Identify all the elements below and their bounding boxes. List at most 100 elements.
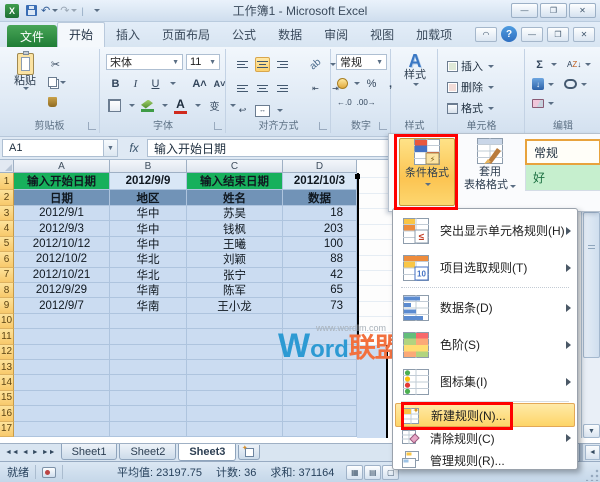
font-name-select[interactable]: 宋体▼ [106, 54, 183, 70]
cell-A11[interactable] [14, 329, 110, 344]
shrink-font-button[interactable]: A˅ [212, 76, 227, 91]
cell-C5[interactable]: 王曦 [187, 237, 283, 252]
ribbon-tab-3[interactable]: 页面布局 [151, 23, 221, 47]
row-header-10[interactable]: 10 [0, 314, 14, 329]
cell-A9[interactable]: 2012/9/7 [14, 298, 110, 313]
last-sheet-button[interactable]: ►► [42, 449, 56, 456]
clear-button[interactable] [532, 99, 544, 108]
decrease-decimal-button[interactable]: .00→ [357, 98, 376, 107]
menu-item-8[interactable]: 管理规则(R)... [395, 449, 575, 471]
cell-A10[interactable] [14, 314, 110, 329]
ribbon-collapse-button[interactable]: ◠ [475, 27, 497, 42]
row-header-12[interactable]: 12 [0, 345, 14, 360]
row-header-15[interactable]: 15 [0, 391, 14, 406]
cell-D14[interactable] [283, 375, 357, 390]
menu-item-7[interactable]: 清除规则(C) [395, 427, 575, 449]
cell-B15[interactable] [110, 391, 187, 406]
ribbon-tab-2[interactable]: 插入 [105, 23, 151, 47]
merge-center-button[interactable]: ↔ [255, 105, 270, 117]
bold-button[interactable]: B [108, 76, 123, 91]
name-box-dropdown[interactable]: ▼ [104, 139, 118, 157]
cell-A7[interactable]: 2012/10/21 [14, 268, 110, 283]
file-tab[interactable]: 文件 [7, 25, 57, 47]
cell-D4[interactable]: 203 [283, 221, 357, 236]
scroll-down-button[interactable]: ▼ [583, 424, 600, 438]
percent-button[interactable]: % [364, 76, 379, 91]
cell-B13[interactable] [110, 360, 187, 375]
cell-B8[interactable]: 华南 [110, 283, 187, 298]
cell-C17[interactable] [187, 422, 283, 437]
prev-sheet-button[interactable]: ◄ [22, 449, 29, 456]
autosum-button[interactable]: Σ [532, 57, 547, 72]
next-sheet-button[interactable]: ► [32, 449, 39, 456]
row-header-13[interactable]: 13 [0, 360, 14, 375]
cell-A15[interactable] [14, 391, 110, 406]
cell-A17[interactable] [14, 422, 110, 437]
cell-D16[interactable] [283, 406, 357, 421]
cell-C3[interactable]: 苏昊 [187, 206, 283, 221]
menu-item-1[interactable]: ≤突出显示单元格规则(H) [395, 212, 575, 249]
insert-cells-button[interactable]: 插入 [461, 58, 483, 74]
scrollbar-thumb[interactable] [583, 212, 600, 358]
row-header-16[interactable]: 16 [0, 406, 14, 421]
decrease-indent-button[interactable]: ⇤ [308, 81, 323, 96]
cell-C13[interactable] [187, 360, 283, 375]
menu-item-3[interactable]: 数据条(D) [395, 289, 575, 326]
doc-close-button[interactable]: ✕ [573, 27, 595, 42]
column-header-A[interactable]: A [14, 160, 110, 173]
cell-A1[interactable]: 输入开始日期 [14, 173, 110, 190]
underline-button[interactable]: U [148, 76, 163, 91]
cell-B2[interactable]: 地区 [110, 190, 187, 206]
column-header-C[interactable]: C [187, 160, 283, 173]
name-box[interactable]: A1 [2, 139, 104, 157]
row-header-7[interactable]: 7 [0, 268, 14, 283]
doc-restore-button[interactable]: ❐ [547, 27, 569, 42]
cell-A14[interactable] [14, 375, 110, 390]
ribbon-tab-5[interactable]: 数据 [267, 23, 313, 47]
cell-A16[interactable] [14, 406, 110, 421]
increase-decimal-button[interactable]: ←.0 [337, 98, 352, 107]
cell-D6[interactable]: 88 [283, 252, 357, 267]
hscroll-left-button[interactable]: ◄ [585, 445, 600, 460]
cell-C10[interactable] [187, 314, 283, 329]
cell-C15[interactable] [187, 391, 283, 406]
cell-B16[interactable] [110, 406, 187, 421]
wrap-text-button[interactable]: ↩ [235, 103, 250, 118]
cell-A4[interactable]: 2012/9/3 [14, 221, 110, 236]
ribbon-tab-1[interactable]: 开始 [57, 22, 105, 47]
currency-button[interactable] [337, 78, 348, 89]
cell-C1[interactable]: 输入结束日期 [187, 173, 283, 190]
row-header-14[interactable]: 14 [0, 375, 14, 390]
cell-A5[interactable]: 2012/10/12 [14, 237, 110, 252]
cell-C16[interactable] [187, 406, 283, 421]
minimize-button[interactable]: — [511, 3, 538, 18]
doc-minimize-button[interactable]: — [521, 27, 543, 42]
cell-D7[interactable]: 42 [283, 268, 357, 283]
cell-D17[interactable] [283, 422, 357, 437]
find-select-button[interactable] [564, 79, 577, 89]
row-header-6[interactable]: 6 [0, 252, 14, 267]
row-header-4[interactable]: 4 [0, 221, 14, 236]
number-dialog-launcher[interactable] [379, 122, 387, 130]
cell-C9[interactable]: 王小龙 [187, 298, 283, 313]
ribbon-tab-6[interactable]: 审阅 [313, 23, 359, 47]
restore-button[interactable]: ❐ [540, 3, 567, 18]
redo-button[interactable]: ↷ [60, 3, 77, 19]
copy-button[interactable] [48, 77, 66, 87]
page-layout-view-button[interactable]: ▤ [364, 465, 381, 480]
format-as-table-button[interactable]: 套用 表格格式 [461, 138, 519, 206]
align-center-button[interactable] [255, 81, 270, 96]
first-sheet-button[interactable]: ◄◄ [5, 449, 19, 456]
row-header-1[interactable]: 1 [0, 173, 14, 190]
cell-D5[interactable]: 100 [283, 237, 357, 252]
cell-B14[interactable] [110, 375, 187, 390]
save-button[interactable] [23, 3, 39, 19]
cell-B10[interactable] [110, 314, 187, 329]
align-right-button[interactable] [275, 81, 290, 96]
cell-B3[interactable]: 华中 [110, 206, 187, 221]
cell-C14[interactable] [187, 375, 283, 390]
align-left-button[interactable] [235, 81, 250, 96]
cell-C6[interactable]: 刘颖 [187, 252, 283, 267]
row-header-9[interactable]: 9 [0, 298, 14, 313]
cell-A6[interactable]: 2012/10/2 [14, 252, 110, 267]
